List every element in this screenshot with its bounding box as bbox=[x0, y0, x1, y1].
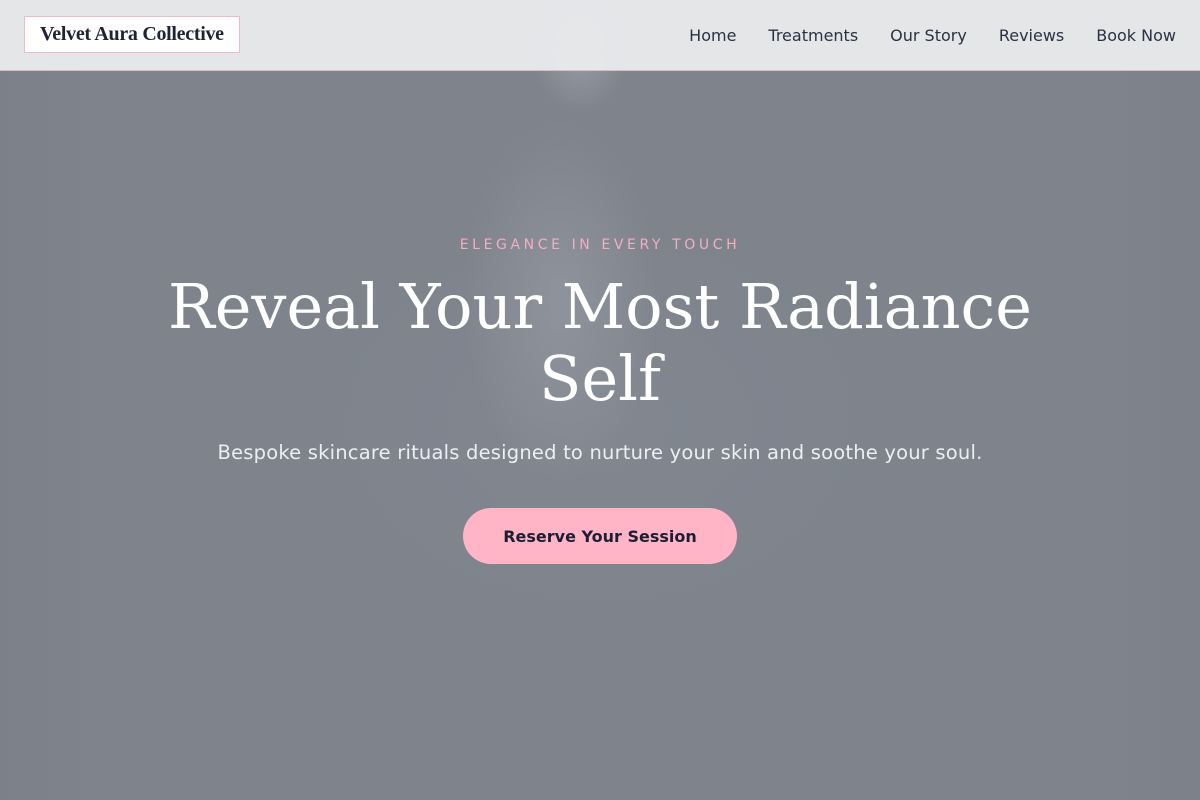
hero-section: ELEGANCE IN EVERY TOUCH Reveal Your Most… bbox=[0, 71, 1200, 800]
hero-subheadline: Bespoke skincare rituals designed to nur… bbox=[217, 441, 983, 464]
page: Velvet Aura Collective Home Treatments O… bbox=[0, 0, 1200, 800]
main-nav: Home Treatments Our Story Reviews Book N… bbox=[689, 0, 1176, 70]
nav-link-our-story[interactable]: Our Story bbox=[890, 26, 967, 45]
nav-link-reviews[interactable]: Reviews bbox=[999, 26, 1064, 45]
brand-logo[interactable]: Velvet Aura Collective bbox=[24, 16, 240, 53]
reserve-session-button[interactable]: Reserve Your Session bbox=[463, 508, 737, 564]
nav-link-book-now[interactable]: Book Now bbox=[1096, 26, 1176, 45]
nav-link-home[interactable]: Home bbox=[689, 26, 736, 45]
nav-link-treatments[interactable]: Treatments bbox=[768, 26, 858, 45]
hero-eyebrow: ELEGANCE IN EVERY TOUCH bbox=[459, 237, 741, 253]
hero-headline: Reveal Your Most Radiance Self bbox=[168, 270, 1032, 415]
site-header: Velvet Aura Collective Home Treatments O… bbox=[0, 0, 1200, 71]
